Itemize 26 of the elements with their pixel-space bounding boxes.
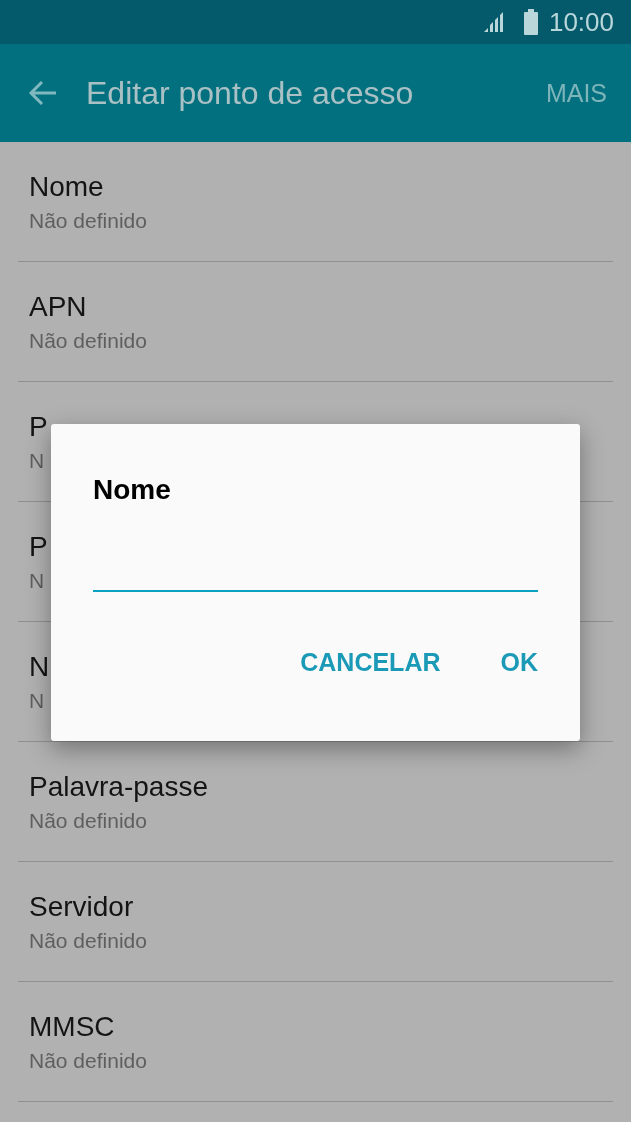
settings-item[interactable]: Palavra-passe Não definido xyxy=(18,742,613,862)
battery-icon xyxy=(522,9,539,35)
setting-title: APN xyxy=(29,290,87,323)
screen-title: Editar ponto de acesso xyxy=(86,74,415,112)
setting-title: Nome xyxy=(29,170,104,203)
setting-value: N xyxy=(29,448,45,473)
setting-title: Servidor xyxy=(29,890,134,923)
settings-item[interactable]: MMSC Não definido xyxy=(18,982,613,1102)
dialog-title: Nome xyxy=(93,474,171,506)
back-arrow-icon xyxy=(28,80,58,106)
setting-value: N xyxy=(29,688,45,713)
setting-value: Não definido xyxy=(29,208,147,233)
setting-value: Não definido xyxy=(29,1048,147,1073)
settings-item[interactable]: APN Não definido xyxy=(18,262,613,382)
clock-time: 10:00 xyxy=(548,6,614,38)
setting-value: Não definido xyxy=(29,928,147,953)
setting-value: N xyxy=(29,568,45,593)
setting-value: Não definido xyxy=(29,808,147,833)
setting-title: P xyxy=(29,410,48,443)
setting-title: P xyxy=(29,530,48,563)
setting-title: MMSC xyxy=(29,1010,115,1043)
setting-title: Palavra-passe xyxy=(29,770,208,803)
setting-value: Não definido xyxy=(29,328,147,353)
settings-item[interactable]: Servidor Não definido xyxy=(18,862,613,982)
settings-item[interactable]: Nome Não definido xyxy=(18,142,613,262)
setting-title: N xyxy=(29,650,50,683)
